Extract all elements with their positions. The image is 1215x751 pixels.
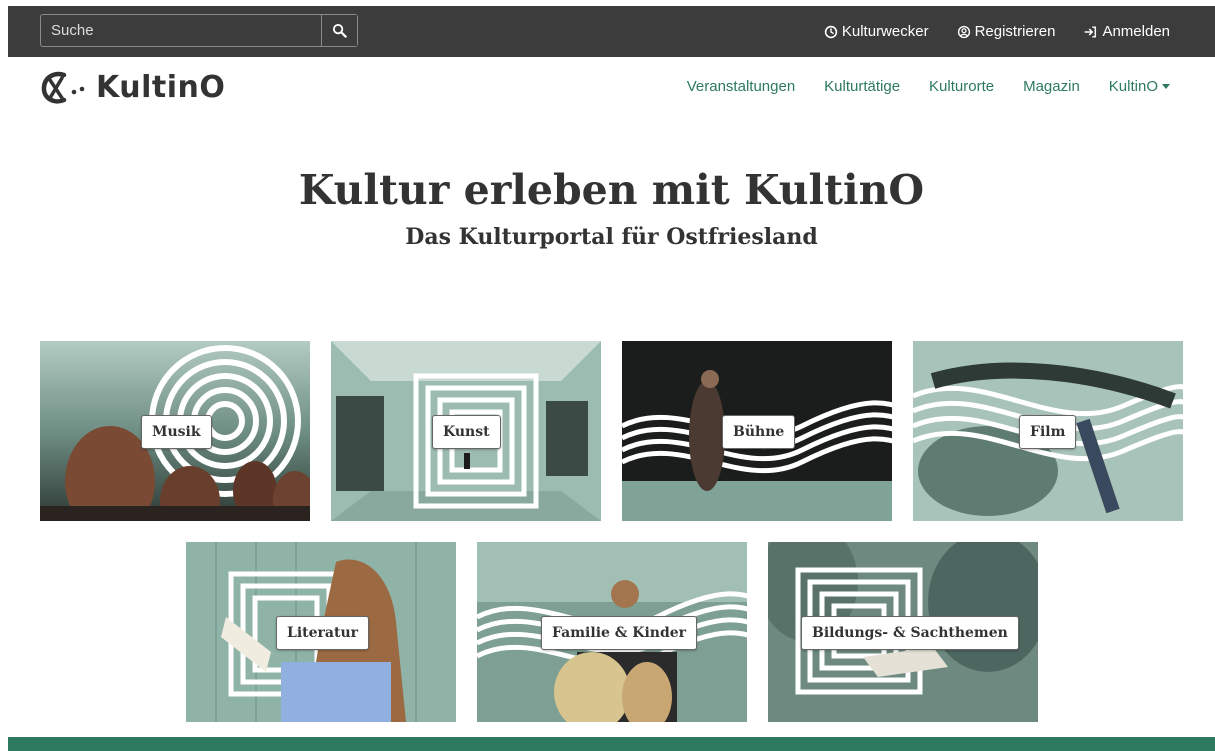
category-tile-familie[interactable]: Familie & Kinder	[477, 542, 747, 722]
page-title: Kultur erleben mit KultinO	[298, 166, 925, 214]
nav-kultino-label: KultinO	[1108, 78, 1158, 95]
top-bar: Kulturwecker Registrieren Anmelden	[8, 6, 1215, 57]
register-label: Registrieren	[974, 23, 1056, 40]
category-label-buehne: Bühne	[722, 415, 796, 449]
sign-in-icon	[1084, 25, 1097, 38]
category-label-musik: Musik	[141, 415, 212, 449]
category-tile-literatur[interactable]: Literatur	[186, 542, 456, 722]
category-tile-kunst[interactable]: Kunst	[331, 341, 601, 521]
account-links: Kulturwecker Registrieren Anmelden	[824, 6, 1170, 57]
nav-kulturtaetige[interactable]: Kulturtätige	[824, 78, 900, 95]
register-link[interactable]: Registrieren	[957, 23, 1056, 40]
search-button[interactable]	[321, 15, 357, 46]
footer-band	[8, 737, 1215, 751]
main-nav: Veranstaltungen Kulturtätige Kulturorte …	[687, 78, 1170, 95]
nav-kultino-dropdown[interactable]: KultinO	[1109, 78, 1170, 95]
category-label-film: Film	[1019, 415, 1077, 449]
user-circle-icon	[957, 25, 970, 38]
category-tile-buehne[interactable]: Bühne	[622, 341, 892, 521]
category-label-bildung: Bildungs- & Sachthemen	[801, 616, 1019, 650]
category-label-familie: Familie & Kinder	[541, 616, 698, 650]
caret-down-icon	[1162, 83, 1170, 89]
category-label-literatur: Literatur	[276, 616, 370, 650]
site-logo[interactable]: KultinO	[40, 70, 225, 105]
logo-wordmark: KultinO	[96, 70, 226, 105]
category-tile-musik[interactable]: Musik	[40, 341, 310, 521]
login-link[interactable]: Anmelden	[1083, 23, 1170, 40]
kulturwecker-label: Kulturwecker	[841, 23, 929, 40]
search-form	[40, 14, 358, 47]
category-label-kunst: Kunst	[432, 415, 501, 449]
login-label: Anmelden	[1102, 23, 1170, 40]
search-icon	[332, 23, 347, 38]
page-subtitle: Das Kulturportal für Ostfriesland	[405, 224, 818, 250]
nav-veranstaltungen[interactable]: Veranstaltungen	[687, 78, 795, 95]
clock-icon	[824, 25, 838, 38]
kulturwecker-link[interactable]: Kulturwecker	[824, 23, 929, 40]
category-tile-bildung[interactable]: Bildungs- & Sachthemen	[768, 542, 1038, 722]
nav-kulturorte[interactable]: Kulturorte	[929, 78, 994, 95]
nav-magazin[interactable]: Magazin	[1023, 78, 1080, 95]
search-input[interactable]	[41, 15, 321, 46]
kultino-logo-icon	[41, 71, 85, 104]
category-tile-film[interactable]: Film	[913, 341, 1183, 521]
